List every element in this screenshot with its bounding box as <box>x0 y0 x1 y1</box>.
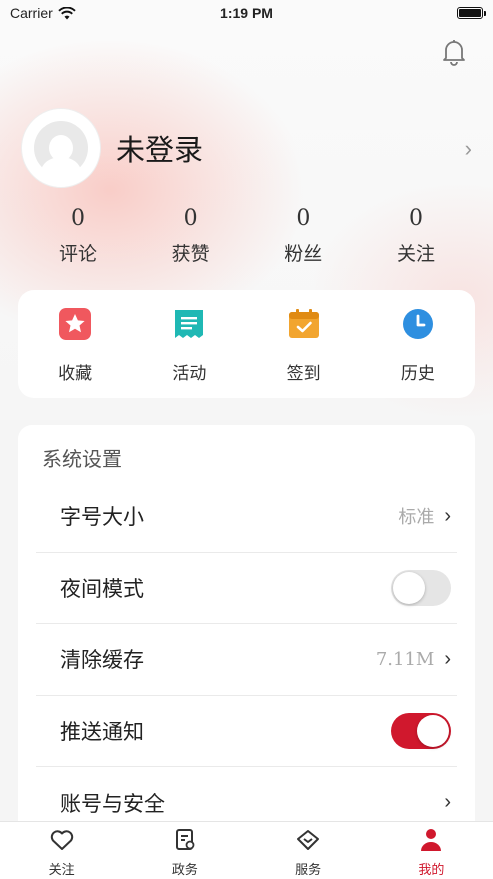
quick-label: 活动 <box>172 364 207 383</box>
row-label: 字号大小 <box>60 505 144 530</box>
settings-row-push: 推送通知 <box>36 696 457 767</box>
tab-label: 我的 <box>418 862 445 877</box>
settings-card: 系统设置 字号大小 标准 › 夜间模式 清除缓存 7.11M › 推送通知 账号… <box>18 425 475 825</box>
tab-government[interactable]: 政务 <box>135 822 235 879</box>
clock-icon <box>402 309 433 339</box>
person-icon <box>421 829 442 851</box>
stat-value: 0 <box>183 206 198 231</box>
stat-likes[interactable]: 0 获赞 <box>135 206 247 266</box>
quick-checkin[interactable]: 签到 <box>259 308 349 398</box>
settings-title: 系统设置 <box>42 449 122 471</box>
quick-label: 签到 <box>286 364 321 383</box>
diamond-icon <box>297 830 320 850</box>
quick-history[interactable]: 历史 <box>373 308 463 398</box>
stat-label: 评论 <box>58 244 97 265</box>
chevron-right-icon: › <box>444 647 451 670</box>
calendar-check-icon <box>288 309 319 338</box>
row-label: 推送通知 <box>60 719 144 744</box>
receipt-icon <box>175 310 204 338</box>
row-label: 夜间模式 <box>60 576 144 601</box>
settings-row-font-size[interactable]: 字号大小 标准 › <box>36 481 457 553</box>
tab-services[interactable]: 服务 <box>258 822 358 879</box>
star-icon <box>59 308 92 340</box>
stat-fans[interactable]: 0 粉丝 <box>247 206 359 266</box>
chevron-right-icon: › <box>464 136 472 161</box>
stat-value: 0 <box>408 206 423 231</box>
quick-activities[interactable]: 活动 <box>144 308 234 398</box>
quick-label: 历史 <box>400 364 435 383</box>
heart-icon <box>50 830 73 850</box>
quick-favorites[interactable]: 收藏 <box>30 308 120 398</box>
quick-actions: 收藏 活动 签到 历史 <box>18 290 475 398</box>
row-label: 清除缓存 <box>60 648 144 673</box>
tab-follow[interactable]: 关注 <box>12 822 112 879</box>
stat-label: 关注 <box>396 244 435 265</box>
chevron-right-icon: › <box>444 791 451 814</box>
push-notification-toggle[interactable] <box>391 712 451 749</box>
tab-label: 服务 <box>295 862 322 877</box>
wifi-icon <box>58 6 76 19</box>
carrier-label: Carrier <box>10 5 53 21</box>
chevron-right-icon: › <box>444 504 451 527</box>
row-label: 账号与安全 <box>60 791 165 816</box>
stat-comments[interactable]: 0 评论 <box>22 206 134 266</box>
bell-icon[interactable] <box>441 38 467 66</box>
tab-label: 关注 <box>48 862 75 877</box>
tab-label: 政务 <box>171 862 198 877</box>
status-bar: Carrier 1:19 PM <box>0 0 493 26</box>
username: 未登录 <box>116 133 204 167</box>
stat-value: 0 <box>71 206 85 231</box>
battery-icon <box>457 7 486 19</box>
stat-value: 0 <box>296 206 311 231</box>
row-value: 标准 <box>398 507 435 529</box>
stat-label: 获赞 <box>171 244 210 265</box>
stat-following[interactable]: 0 关注 <box>360 206 472 266</box>
document-icon <box>175 829 195 850</box>
settings-row-night-mode: 夜间模式 <box>36 553 457 624</box>
tab-bar: 关注 政务 服务 我的 <box>0 821 493 879</box>
tab-mine[interactable]: 我的 <box>381 822 481 879</box>
settings-row-clear-cache[interactable]: 清除缓存 7.11M › <box>36 624 457 696</box>
profile-header[interactable]: 未登录 › <box>22 108 472 188</box>
quick-label: 收藏 <box>58 364 93 383</box>
row-value: 7.11M <box>375 648 435 670</box>
avatar[interactable] <box>22 109 100 187</box>
night-mode-toggle[interactable] <box>391 569 451 606</box>
stat-label: 粉丝 <box>284 244 323 265</box>
stats-row: 0 评论 0 获赞 0 粉丝 0 关注 <box>22 206 472 266</box>
